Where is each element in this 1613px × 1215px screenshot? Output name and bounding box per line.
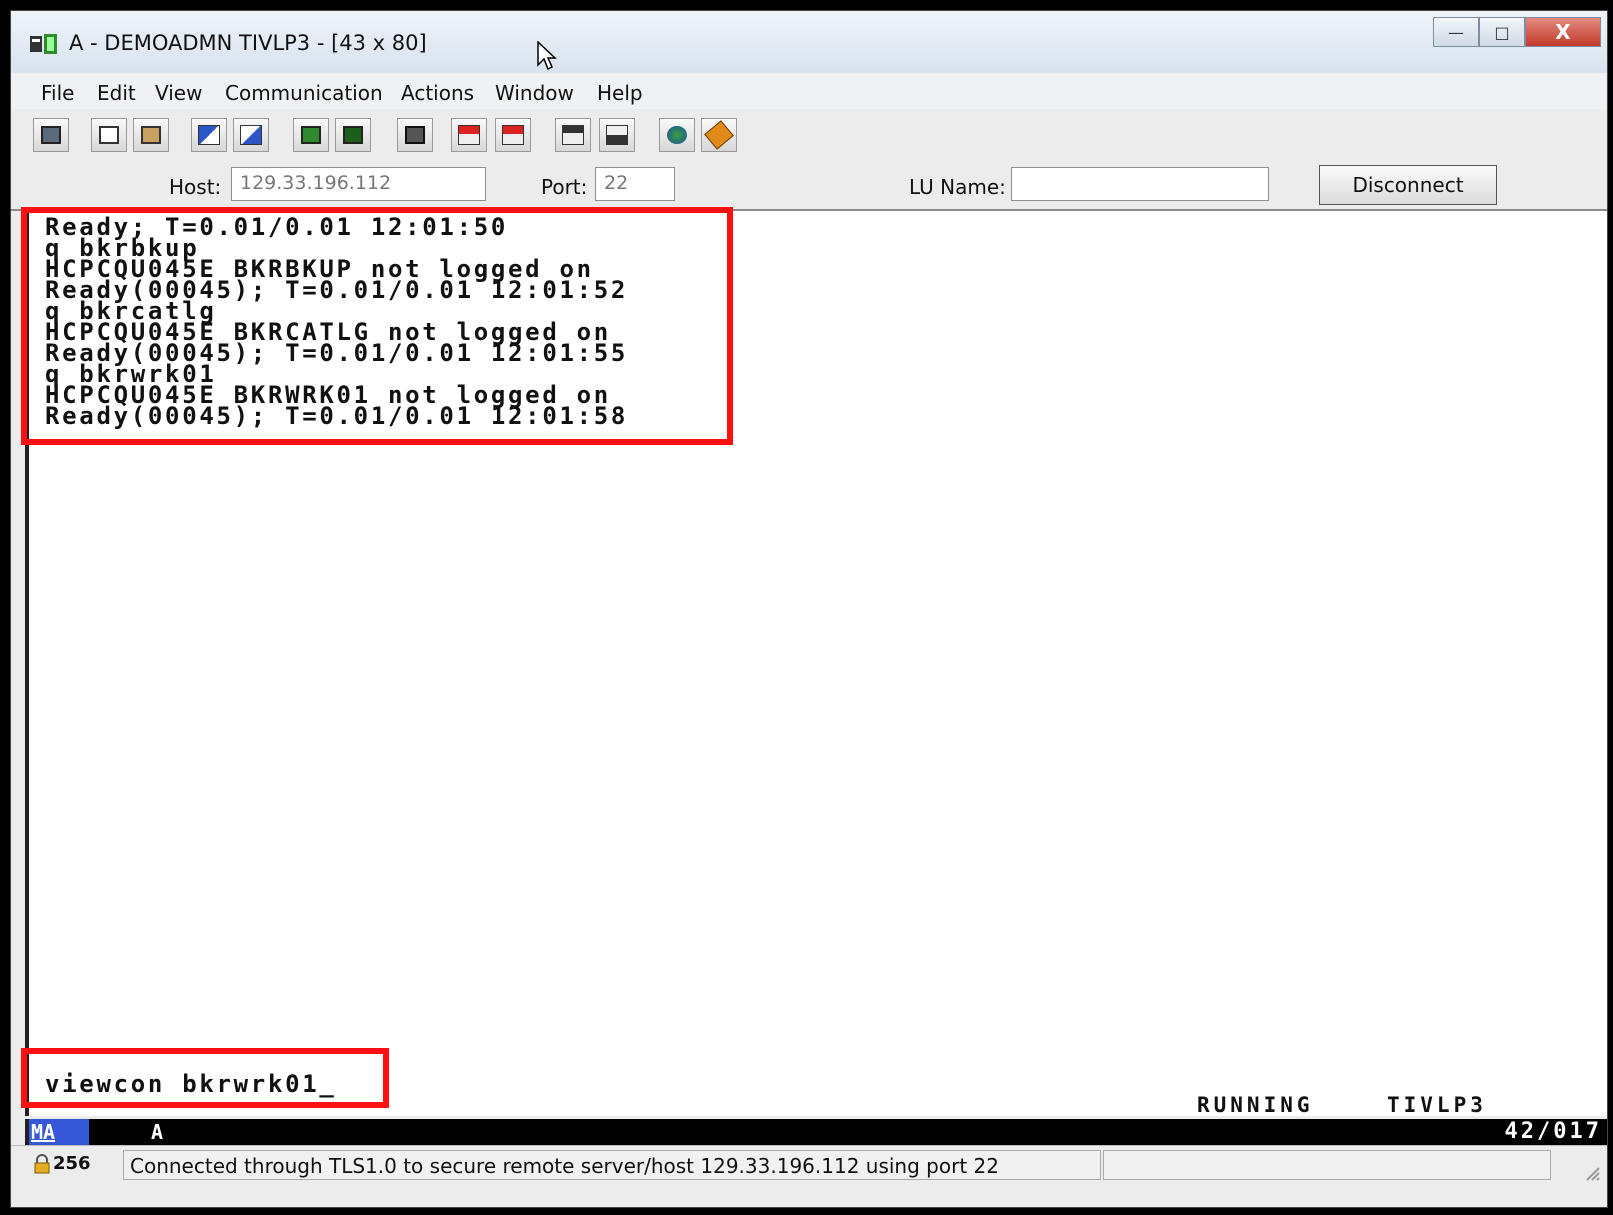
host-field[interactable]: 129.33.196.112 (231, 167, 486, 201)
encryption-strength: 256 (53, 1153, 91, 1174)
maximize-button[interactable]: □ (1479, 17, 1525, 47)
display-setup-icon[interactable] (293, 118, 329, 152)
host-label: Host: (169, 175, 222, 199)
connection-bar: Host: 129.33.196.112 Port: 22 LU Name: D… (11, 159, 1607, 211)
toolbar (11, 109, 1607, 160)
print-screen-icon[interactable] (33, 118, 69, 152)
system-name: TIVLP3 (1387, 1093, 1487, 1117)
operator-information-area: MA A 42/017 (25, 1119, 1607, 1145)
keyboard-setup-icon[interactable] (335, 118, 371, 152)
session-icon (30, 34, 57, 54)
record-macro-icon[interactable] (451, 118, 487, 152)
status-pane-empty (1103, 1150, 1551, 1180)
lock-icon (34, 1154, 50, 1174)
transfer-up-icon[interactable] (555, 118, 591, 152)
receive-file-icon[interactable] (233, 118, 269, 152)
web-icon[interactable] (659, 118, 695, 152)
emulator-window: A - DEMOADMN TIVLP3 - [43 x 80] — □ X Fi… (10, 10, 1608, 1208)
status-message: Connected through TLS1.0 to secure remot… (123, 1150, 1101, 1180)
menu-bar: File Edit View Communication Actions Win… (11, 73, 1607, 110)
menu-view[interactable]: View (155, 81, 202, 105)
menu-communication[interactable]: Communication (225, 81, 383, 105)
terminal-screen[interactable]: Ready; T=0.01/0.01 12:01:50 q bkrbkup HC… (21, 207, 1607, 1117)
run-status: RUNNING (1197, 1093, 1314, 1117)
menu-actions[interactable]: Actions (401, 81, 474, 105)
send-file-icon[interactable] (191, 118, 227, 152)
output-highlight-box (21, 207, 733, 445)
mouse-pointer-icon (537, 41, 557, 71)
window-title: A - DEMOADMN TIVLP3 - [43 x 80] (69, 31, 427, 55)
copy-icon[interactable] (91, 118, 127, 152)
menu-file[interactable]: File (41, 81, 74, 105)
disconnect-button[interactable]: Disconnect (1319, 165, 1497, 205)
paste-icon[interactable] (133, 118, 169, 152)
port-label: Port: (541, 175, 588, 199)
play-macro-icon[interactable] (495, 118, 531, 152)
lu-name-label: LU Name: (909, 175, 1006, 199)
oia-session: A (151, 1120, 164, 1144)
minimize-button[interactable]: — (1433, 17, 1479, 47)
title-bar[interactable]: A - DEMOADMN TIVLP3 - [43 x 80] — □ X (11, 11, 1607, 73)
lu-name-field[interactable] (1011, 167, 1269, 201)
menu-edit[interactable]: Edit (97, 81, 136, 105)
transfer-down-icon[interactable] (599, 118, 635, 152)
menu-window[interactable]: Window (495, 81, 574, 105)
status-bar: 256 Connected through TLS1.0 to secure r… (11, 1145, 1607, 1186)
menu-help[interactable]: Help (597, 81, 643, 105)
command-highlight-box (21, 1048, 389, 1108)
cursor-position: 42/017 (1504, 1119, 1602, 1144)
macro-icon[interactable] (397, 118, 433, 152)
oia-ma-indicator: MA (29, 1119, 89, 1145)
close-button[interactable]: X (1525, 17, 1601, 47)
help-icon[interactable] (701, 118, 737, 152)
port-field[interactable]: 22 (595, 167, 675, 201)
resize-grip-icon[interactable] (1581, 1162, 1601, 1182)
